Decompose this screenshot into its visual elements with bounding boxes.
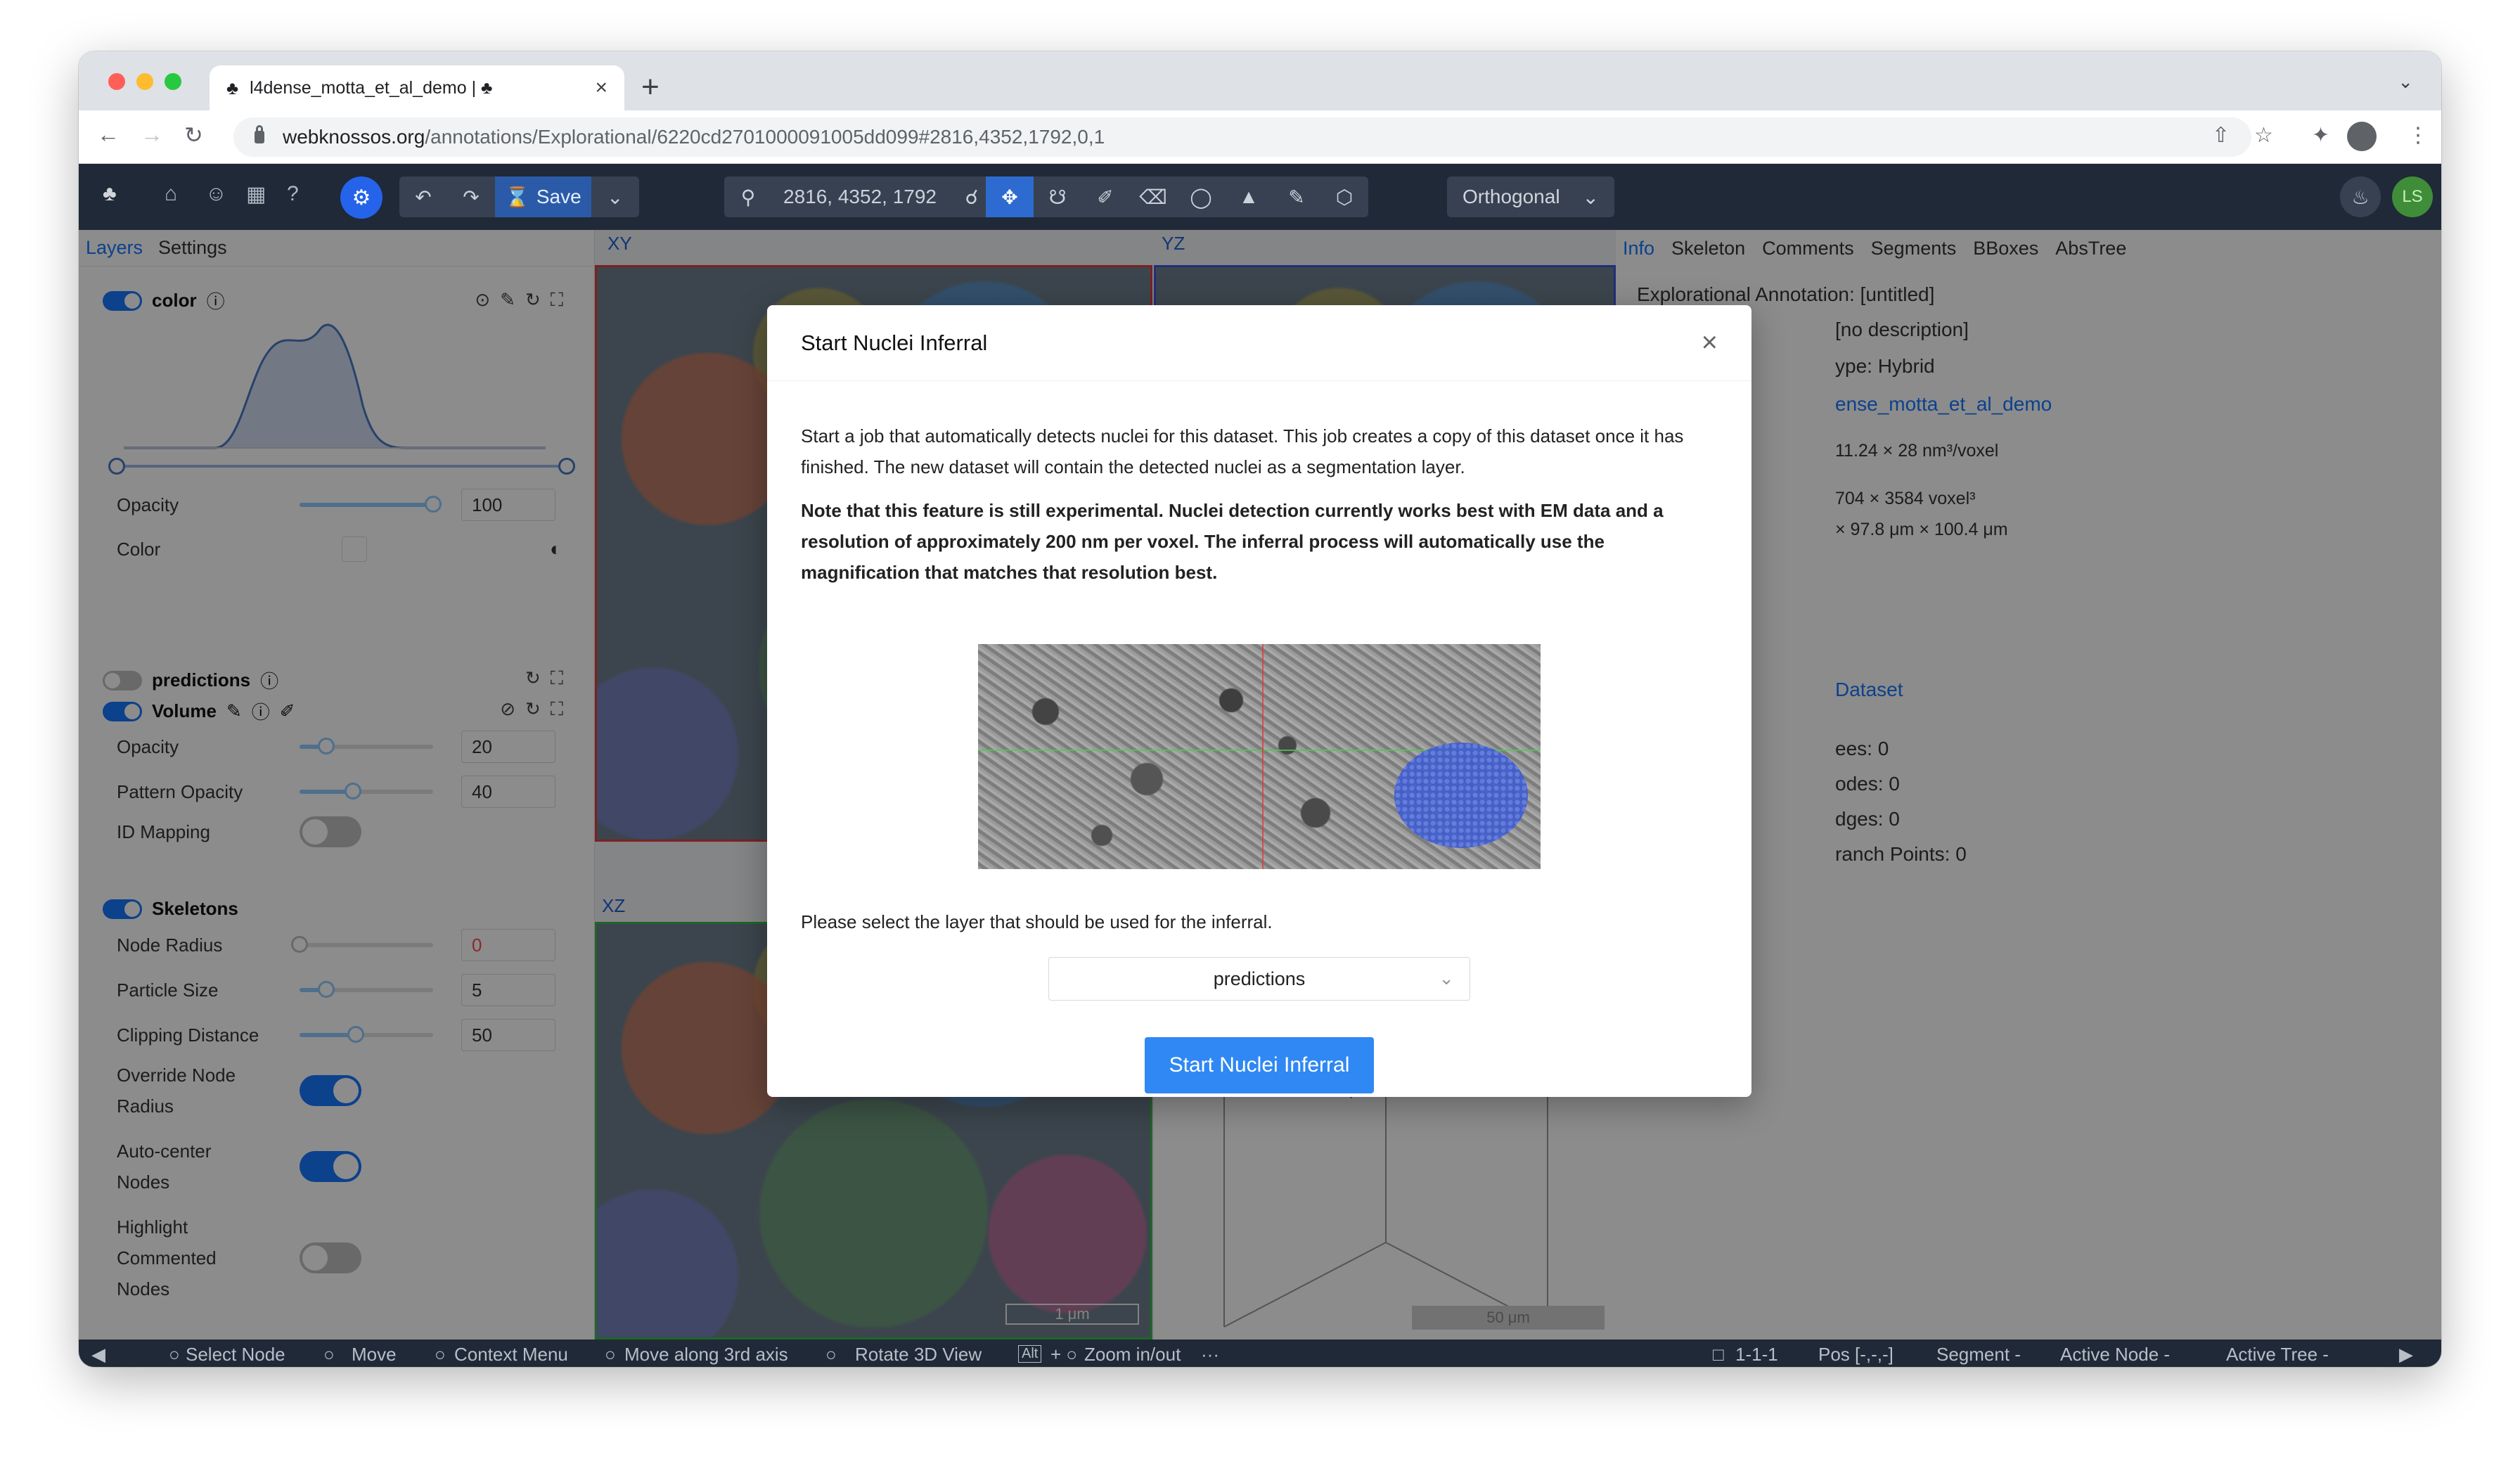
- reload-icon[interactable]: ↻: [184, 122, 203, 148]
- history-save-group: ↶ ↷ ⌛ Save ⌄: [399, 176, 639, 217]
- mag-icon: □: [1713, 1344, 1724, 1365]
- profile-avatar[interactable]: [2347, 122, 2377, 151]
- detected-nucleus-overlay: [1394, 743, 1528, 848]
- lock-icon: [255, 125, 264, 143]
- minimize-window-button[interactable]: [136, 73, 153, 90]
- status-bar: ◀ ○ Select Node ○ Move ○ Context Menu ○ …: [79, 1340, 2441, 1367]
- chevron-down-icon: ⌄: [1439, 968, 1454, 989]
- webknossos-logo-icon[interactable]: ♣: [103, 182, 117, 206]
- notification-bell-icon[interactable]: ♨: [2340, 176, 2381, 217]
- mouse-icon: ○: [435, 1344, 446, 1365]
- layer-select-prompt: Please select the layer that should be u…: [801, 911, 1273, 932]
- address-bar: ← → ↻ webknossos.org /annotations/Explor…: [79, 110, 2441, 164]
- browser-tab[interactable]: ♣ l4dense_motta_et_al_demo | ♣ ×: [210, 65, 624, 110]
- position-group: ⚲ 2816, 4352, 1792 ☌: [724, 176, 996, 217]
- forward-arrow-icon[interactable]: →: [141, 122, 163, 148]
- status-move-3rd: Move along 3rd axis: [624, 1344, 788, 1365]
- mouse-icon: ○: [825, 1344, 837, 1365]
- lasso-tool-icon[interactable]: ◯: [1177, 176, 1225, 217]
- back-arrow-icon[interactable]: ←: [97, 122, 120, 148]
- position-input[interactable]: 2816, 4352, 1792: [772, 176, 948, 217]
- layer-select[interactable]: predictions ⌄: [1048, 957, 1470, 1001]
- collapse-right-icon[interactable]: ▶: [2399, 1344, 2413, 1366]
- bookmark-star-icon[interactable]: ☆: [2254, 123, 2273, 148]
- view-mode-value: Orthogonal: [1462, 186, 1560, 207]
- mouse-icon: ○: [605, 1344, 616, 1365]
- home-icon[interactable]: ⌂: [165, 182, 177, 206]
- tab-search-chevron-icon[interactable]: ⌄: [2398, 71, 2413, 93]
- modal-description: Start a job that automatically detects n…: [801, 425, 1684, 477]
- eraser-tool-icon[interactable]: ⌫: [1129, 176, 1177, 217]
- status-pos: Pos [-,-,-]: [1818, 1344, 1894, 1365]
- status-context-menu: Context Menu: [454, 1344, 568, 1365]
- status-segment: Segment -: [1936, 1344, 2021, 1365]
- save-dropdown-button[interactable]: ⌄: [591, 176, 639, 217]
- status-more[interactable]: ···: [1201, 1344, 1219, 1366]
- close-window-button[interactable]: [108, 73, 125, 90]
- chevron-down-icon: ⌄: [1582, 186, 1599, 208]
- close-tab-icon[interactable]: ×: [595, 76, 608, 100]
- app-toolbar: ♣ ⌂ ☺ ▦ ? ⚙ ↶ ↷ ⌛ Save ⌄ ⚲ 2816, 4352, 1…: [79, 164, 2441, 230]
- em-nucleus-example-image: [978, 644, 1541, 869]
- save-button[interactable]: ⌛ Save: [495, 176, 591, 217]
- save-label: Save: [536, 186, 581, 207]
- mouse-icon: ○: [169, 1344, 180, 1365]
- help-icon[interactable]: ?: [287, 182, 299, 206]
- settings-gear-button[interactable]: ⚙: [340, 176, 382, 219]
- extensions-icon[interactable]: ✦: [2312, 123, 2329, 148]
- status-active-node: Active Node -: [2060, 1344, 2171, 1365]
- user-avatar[interactable]: LS: [2392, 176, 2433, 217]
- pin-icon[interactable]: ⚲: [724, 176, 772, 217]
- maximize-window-button[interactable]: [165, 73, 181, 90]
- layer-select-value: predictions: [1213, 968, 1306, 989]
- redo-button[interactable]: ↷: [447, 176, 495, 217]
- new-tab-button[interactable]: +: [641, 70, 660, 105]
- undo-button[interactable]: ↶: [399, 176, 447, 217]
- url-path: /annotations/Explorational/6220cd2701000…: [425, 126, 1105, 148]
- modal-experimental-note: Note that this feature is still experime…: [801, 500, 1664, 583]
- url-field[interactable]: webknossos.org /annotations/Explorationa…: [233, 117, 2251, 157]
- status-select-node: Select Node: [186, 1344, 285, 1365]
- bounding-box-tool-icon[interactable]: ⬡: [1320, 176, 1368, 217]
- more-menu-icon[interactable]: ⋮: [2408, 123, 2429, 148]
- url-host: webknossos.org: [283, 126, 425, 148]
- modal-title: Start Nuclei Inferral: [801, 330, 988, 355]
- modal-header: Start Nuclei Inferral ×: [767, 305, 1751, 381]
- view-mode-select[interactable]: Orthogonal ⌄: [1447, 176, 1614, 217]
- close-icon[interactable]: ×: [1702, 327, 1718, 359]
- status-move: Move: [352, 1344, 397, 1365]
- tab-title: l4dense_motta_et_al_demo | ♣: [250, 77, 493, 98]
- statistics-icon[interactable]: ▦: [246, 182, 266, 207]
- tool-group: ✥ ☋ ✐ ⌫ ◯ ▲ ✎ ⬡: [986, 176, 1368, 217]
- status-zoom: Zoom in/out: [1084, 1344, 1181, 1365]
- collapse-left-icon[interactable]: ◀: [91, 1344, 105, 1366]
- share-icon[interactable]: ⇧: [2212, 123, 2230, 148]
- crosshair-vertical: [1262, 644, 1264, 869]
- status-active-tree: Active Tree -: [2226, 1344, 2329, 1365]
- plus-mouse-icon: + ○: [1050, 1344, 1078, 1365]
- users-icon[interactable]: ☺: [205, 182, 227, 206]
- hourglass-icon: ⌛: [505, 186, 529, 208]
- skeleton-tool-icon[interactable]: ☋: [1034, 176, 1081, 217]
- status-mag: 1-1-1: [1735, 1344, 1778, 1365]
- fill-tool-icon[interactable]: ▲: [1225, 176, 1273, 217]
- status-rotate-3d: Rotate 3D View: [855, 1344, 982, 1365]
- alt-key-badge: Alt: [1018, 1345, 1042, 1363]
- tab-strip: ♣ l4dense_motta_et_al_demo | ♣ × + ⌄: [79, 51, 2441, 110]
- nuclei-inferral-modal: Start Nuclei Inferral × Start a job that…: [767, 305, 1751, 1097]
- mouse-icon: ○: [323, 1344, 335, 1365]
- modal-body: Start a job that automatically detects n…: [767, 381, 1751, 1093]
- start-nuclei-inferral-button[interactable]: Start Nuclei Inferral: [1145, 1037, 1374, 1093]
- clover-icon: ♣: [226, 77, 239, 98]
- move-tool-icon[interactable]: ✥: [986, 176, 1034, 217]
- brush-tool-icon[interactable]: ✐: [1081, 176, 1129, 217]
- picker-tool-icon[interactable]: ✎: [1273, 176, 1320, 217]
